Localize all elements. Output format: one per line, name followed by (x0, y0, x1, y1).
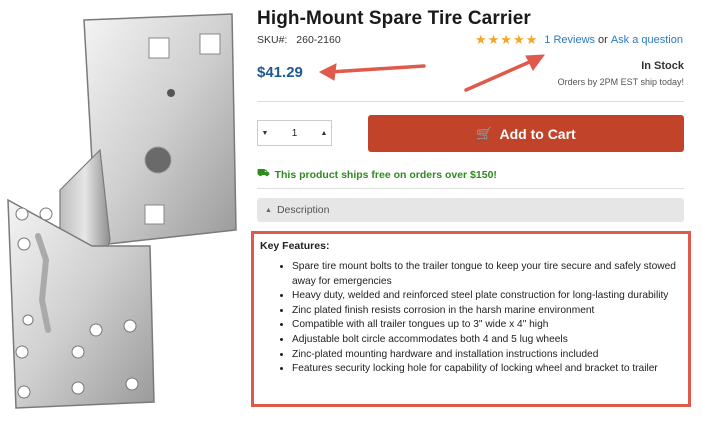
price: $41.29 (257, 64, 303, 81)
list-item: Heavy duty, welded and reinforced steel … (292, 289, 682, 304)
sku-label: SKU#: (257, 34, 288, 46)
free-shipping-note: ⛟ This product ships free on orders over… (257, 168, 497, 181)
list-item: Zinc plated finish resists corrosion in … (292, 304, 682, 319)
divider (257, 188, 684, 189)
list-item: Spare tire mount bolts to the trailer to… (292, 260, 682, 289)
rating-arrowhead (525, 54, 546, 71)
price-arrowhead (318, 63, 337, 81)
list-item: Adjustable bolt circle accommodates both… (292, 333, 682, 348)
divider (257, 101, 684, 102)
increment-arrow-icon[interactable]: ▲ (317, 130, 331, 137)
product-image (7, 13, 237, 409)
list-item: Features security locking hole for capab… (292, 362, 682, 377)
star-rating-icon: ★★★★★ (475, 32, 539, 47)
free-shipping-text: This product ships free on orders over $… (274, 168, 497, 181)
key-features-list: Spare tire mount bolts to the trailer to… (260, 260, 682, 377)
rating-separator: or (598, 34, 608, 46)
sku-line: SKU#: 260-2160 (257, 34, 341, 46)
quantity-stepper[interactable]: ▼ 1 ▲ (257, 120, 332, 146)
truck-icon: ⛟ (257, 168, 270, 179)
stock-status: In Stock (641, 60, 684, 72)
caret-up-icon: ▲ (265, 206, 272, 214)
reviews-link[interactable]: 1 Reviews (544, 34, 595, 46)
add-to-cart-button[interactable]: 🛒 Add to Cart (368, 115, 684, 152)
list-item: Compatible with all trailer tongues up t… (292, 318, 682, 333)
key-features-heading: Key Features: (260, 240, 330, 252)
key-features-box: Key Features: Spare tire mount bolts to … (251, 231, 691, 407)
price-annotation-arrow (328, 64, 426, 74)
quantity-value[interactable]: 1 (272, 128, 317, 139)
product-title: High-Mount Spare Tire Carrier (257, 8, 531, 29)
shopping-cart-icon: 🛒 (476, 125, 493, 141)
description-tab-label: Description (276, 204, 330, 216)
ship-today-note: Orders by 2PM EST ship today! (557, 77, 684, 87)
rating-row: ★★★★★ 1 Reviews or Ask a question (475, 32, 683, 48)
decrement-arrow-icon[interactable]: ▼ (258, 130, 272, 137)
list-item: Zinc-plated mounting hardware and instal… (292, 348, 682, 363)
description-tab[interactable]: ▲ Description (257, 198, 684, 222)
ask-question-link[interactable]: Ask a question (611, 34, 683, 46)
add-to-cart-label: Add to Cart (499, 125, 576, 142)
rating-annotation-arrow (464, 58, 536, 92)
sku-value: 260-2160 (296, 34, 341, 46)
